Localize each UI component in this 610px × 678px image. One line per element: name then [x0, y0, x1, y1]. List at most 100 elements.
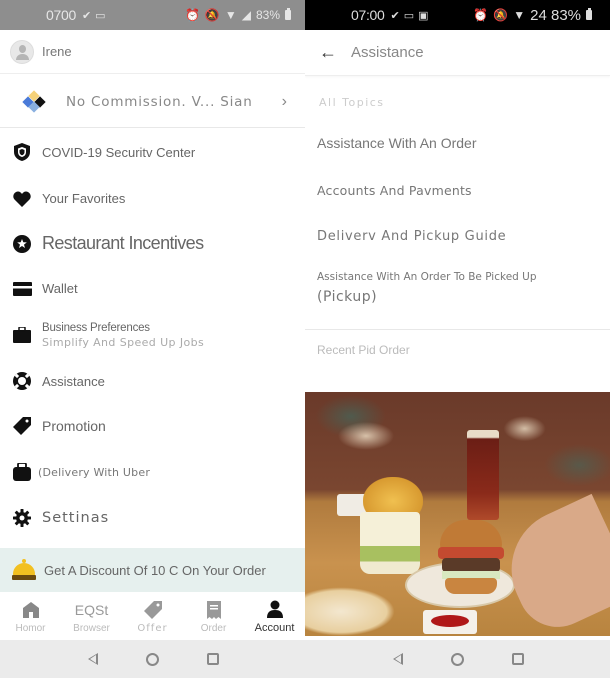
- burger-bun-top: [440, 520, 502, 550]
- menu-item-covid-security[interactable]: COVID-19 Securitv Center: [0, 128, 305, 176]
- status-time: 07:00: [351, 7, 385, 23]
- star-badge-icon: [12, 234, 32, 254]
- back-triangle-icon: [87, 653, 98, 665]
- status-bar: 0700 ✔ ▭ ⏰ 🔕 ▼ ◢ 83%: [0, 0, 305, 30]
- menu-item-promotion[interactable]: Promotion: [0, 403, 305, 449]
- profile-name: Irene: [42, 44, 72, 59]
- browse-icon: EQSt: [74, 601, 109, 618]
- receipt-icon: [206, 599, 221, 621]
- avatar[interactable]: [10, 39, 34, 64]
- tab-label: Account: [254, 622, 295, 634]
- delivery-bag-icon: [12, 462, 32, 482]
- ketchup-dish: [423, 610, 477, 634]
- battery-percent: 24 83%: [530, 6, 581, 24]
- topics-section-header: All Topics: [319, 96, 385, 109]
- account-menu: COVID-19 Securitv Center Your Favorites …: [0, 128, 305, 541]
- menu-label: (Delivery With Uber: [38, 465, 151, 479]
- recents-square-icon: [206, 653, 219, 665]
- food-bell-icon: [12, 559, 36, 581]
- home-nav-button[interactable]: [145, 651, 161, 667]
- menu-label: Wallet: [42, 281, 78, 296]
- offers-tag-icon: [143, 599, 162, 621]
- battery-icon: [586, 8, 592, 20]
- menu-item-wallet[interactable]: Wallet: [0, 266, 305, 311]
- recents-nav-button[interactable]: [205, 651, 221, 667]
- bottom-nav: Homor EQSt Browser Offer Order Account: [0, 592, 305, 640]
- system-nav-bar: [305, 640, 610, 678]
- tab-account[interactable]: Account: [245, 598, 305, 634]
- menu-item-delivery-with-uber[interactable]: (Delivery With Uber: [0, 449, 305, 495]
- menu-label: Promotion: [42, 418, 106, 434]
- home-icon: [22, 599, 39, 621]
- menu-label: Your Favorites: [42, 191, 126, 206]
- battery-icon: [285, 8, 291, 20]
- burger-patty: [442, 558, 500, 572]
- menu-label: Business Preferences: [42, 321, 150, 334]
- page-title: Assistance: [351, 44, 424, 61]
- topic-line: (Pickup): [317, 289, 378, 305]
- topic-pickup-order-assistance[interactable]: Assistance With An Order To Be Picked Up…: [305, 257, 610, 329]
- menu-label: Settinas: [42, 510, 110, 526]
- system-nav-bar: [0, 640, 305, 678]
- recent-order-photo[interactable]: [305, 392, 610, 636]
- assistance-screen: 07:00 ✔ ▭ ▣ ⏰ 🔕 ▼ 24 83% ← Assistance Al…: [305, 0, 610, 678]
- tab-offers[interactable]: Offer: [123, 599, 183, 634]
- heart-icon: [12, 189, 32, 209]
- menu-item-business-preferences[interactable]: Business Preferences Simplify And Speed …: [0, 311, 305, 359]
- account-screen: 0700 ✔ ▭ ⏰ 🔕 ▼ ◢ 83% Irene No Commission…: [0, 0, 305, 678]
- tab-label: Browser: [73, 622, 110, 634]
- beer-glass: [467, 430, 499, 520]
- tag-icon: [12, 416, 32, 436]
- mute-icon: 🔕: [204, 8, 220, 22]
- profile-row[interactable]: Irene: [0, 30, 305, 74]
- lifebuoy-icon: [12, 371, 32, 391]
- commission-banner[interactable]: No Commission. V... Sian ›: [0, 76, 305, 128]
- battery-percent: 83%: [255, 8, 280, 22]
- menu-item-assistance[interactable]: Assistance: [0, 359, 305, 403]
- commission-text: No Commission. V... Sian: [66, 93, 253, 110]
- recent-order-label: Recent Pid Order: [317, 343, 410, 357]
- home-nav-button[interactable]: [450, 651, 466, 667]
- shield-icon: [12, 142, 32, 162]
- hand: [491, 493, 610, 636]
- tab-label: Order: [200, 622, 227, 634]
- recents-nav-button[interactable]: [510, 651, 526, 667]
- assistance-header: ← Assistance: [305, 30, 610, 76]
- recents-square-icon: [511, 653, 524, 665]
- home-circle-icon: [451, 652, 464, 666]
- status-bar: 07:00 ✔ ▭ ▣ ⏰ 🔕 ▼ 24 83%: [305, 0, 610, 30]
- topic-accounts-payments[interactable]: Accounts And Pavments: [305, 165, 610, 215]
- home-circle-icon: [146, 652, 159, 666]
- diamond-logo-icon: [22, 89, 46, 113]
- topic-order-assistance[interactable]: Assistance With An Order: [305, 121, 610, 165]
- fries-cup: [360, 512, 420, 574]
- discount-promo-banner[interactable]: Get A Discount Of 10 C On Your Order: [0, 548, 305, 592]
- menu-sublabel: Simplify And Speed Up Jobs: [42, 335, 205, 349]
- account-icon: [266, 598, 283, 620]
- menu-item-favorites[interactable]: Your Favorites: [0, 176, 305, 221]
- menu-item-settings[interactable]: Settinas: [0, 495, 305, 541]
- tab-browse[interactable]: EQSt Browser: [62, 599, 122, 634]
- menu-label: Assistance: [42, 373, 105, 389]
- burger-bun-bottom: [445, 578, 497, 594]
- topic-line: Assistance With An Order To Be Picked Up: [317, 271, 537, 283]
- back-nav-button[interactable]: [85, 651, 101, 667]
- back-triangle-icon: [392, 653, 403, 665]
- status-time: 0700: [46, 7, 76, 23]
- topic-delivery-pickup-guide[interactable]: Deliverv And Pickup Guide: [305, 215, 610, 257]
- fries: [363, 477, 423, 517]
- wifi-icon: ▼: [513, 8, 526, 22]
- image-icon: ▣: [418, 9, 429, 22]
- back-arrow-icon[interactable]: ←: [319, 42, 339, 63]
- tab-home[interactable]: Homor: [1, 599, 61, 634]
- menu-item-restaurant-incentives[interactable]: Restaurant Incentives: [0, 221, 305, 266]
- tab-label: Offer: [137, 622, 168, 634]
- alarm-icon: ⏰: [473, 8, 489, 22]
- wifi-icon: ▼: [224, 8, 237, 22]
- tab-orders[interactable]: Order: [184, 599, 244, 634]
- back-nav-button[interactable]: [390, 651, 406, 667]
- alarm-icon: ⏰: [184, 8, 200, 22]
- laptop-icon: ▭: [95, 9, 106, 22]
- wallet-icon: [12, 279, 32, 299]
- mute-icon: 🔕: [493, 8, 509, 22]
